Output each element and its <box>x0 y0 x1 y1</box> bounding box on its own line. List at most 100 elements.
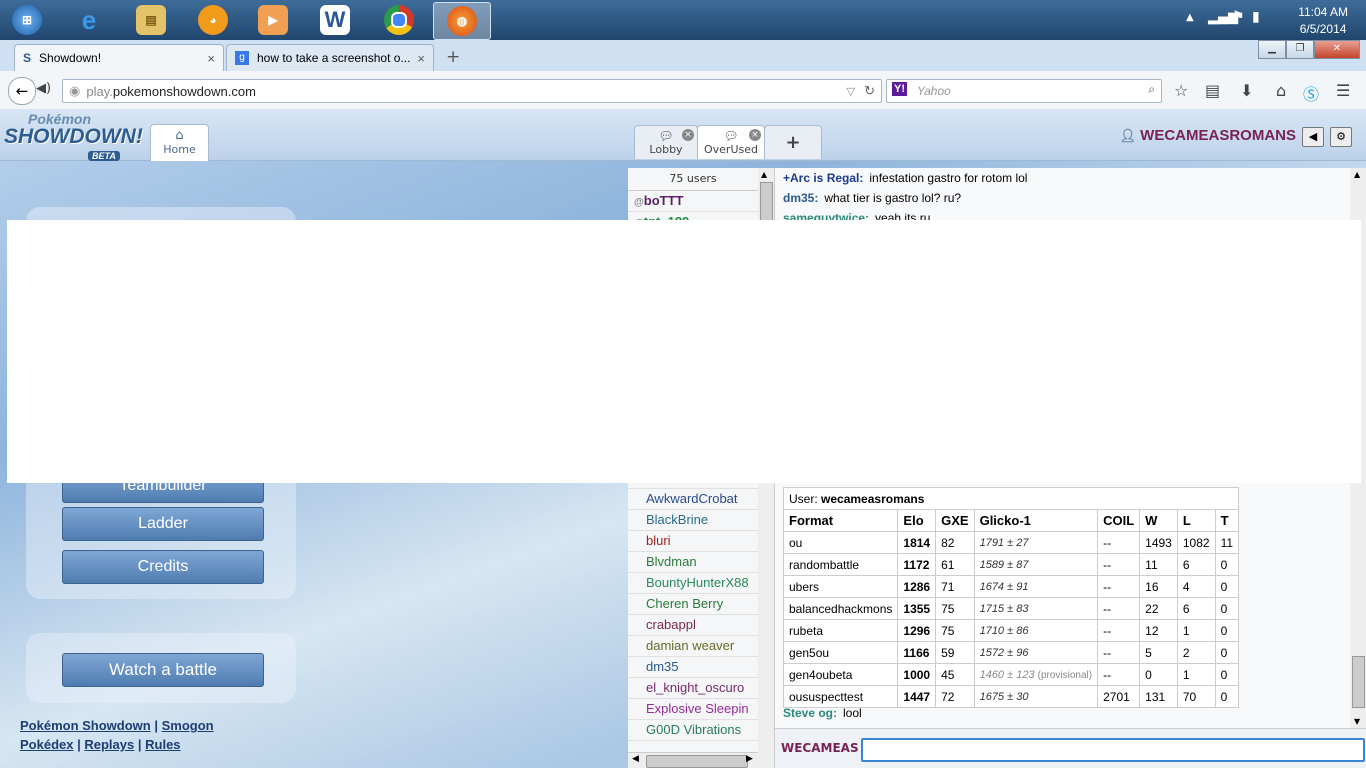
yahoo-icon[interactable]: Y! <box>892 82 907 96</box>
ranking-cell-t: 0 <box>1214 575 1240 598</box>
minimize-button[interactable]: ▁ <box>1258 40 1286 59</box>
close-room-icon[interactable]: × <box>682 129 694 141</box>
user-name: wecameasromans <box>821 491 925 506</box>
taskbar-ie[interactable]: e <box>66 2 112 38</box>
user-list-item[interactable]: G00D Vibrations <box>628 720 758 741</box>
ranking-header-cell: COIL <box>1097 509 1141 532</box>
ranking-cell-l: 1 <box>1176 663 1216 686</box>
username: WECAMEASROMANS <box>1140 127 1296 144</box>
chat-user[interactable]: dm35: <box>783 191 818 205</box>
clock[interactable]: 11:04 AM 6/5/2014 <box>1298 4 1348 38</box>
internet-explorer-icon: e <box>81 4 97 35</box>
close-tab-icon[interactable]: × <box>417 51 425 66</box>
taskbar-word[interactable]: W <box>312 2 358 38</box>
user-list-item[interactable]: BountyHunterX88 <box>628 573 758 594</box>
watch-battle-button[interactable]: Watch a battle <box>62 653 264 687</box>
ranking-cell-gxe: 75 <box>935 619 975 642</box>
scroll-up-icon[interactable]: ▲ <box>761 170 767 179</box>
battery-icon[interactable]: ▮ <box>1252 9 1260 25</box>
ranking-cell-t: 0 <box>1214 619 1240 642</box>
reload-icon[interactable]: ↻ <box>864 83 875 99</box>
ranking-cell-elo: 1286 <box>897 575 937 598</box>
user-list-item[interactable]: bluri <box>628 531 758 552</box>
ranking-header-cell: T <box>1214 509 1240 532</box>
start-button[interactable]: ⊞ <box>4 2 50 38</box>
url-bar[interactable]: ◉ play. pokemonshowdown.com ▽ ↻ <box>62 79 882 103</box>
flag-icon[interactable]: ⚑ <box>1232 9 1245 25</box>
ranking-cell-l: 6 <box>1176 553 1216 576</box>
link-rules[interactable]: Rules <box>145 737 180 752</box>
dropdown-arrow-icon[interactable]: ▽ <box>847 85 855 98</box>
browser-tab-google[interactable]: g how to take a screenshot o... × <box>226 44 434 71</box>
tab-overused[interactable]: 💬︎ OverUsed × <box>697 125 765 159</box>
user-list-item[interactable]: crabappl <box>628 615 758 636</box>
showdown-logo[interactable]: Pokémon SHOWDOWN! BETA <box>4 112 143 162</box>
globe-icon: ◉ <box>69 83 81 98</box>
user-list-item[interactable]: @boTTT <box>628 191 758 212</box>
new-tab-button[interactable]: + <box>446 47 460 67</box>
user-list-item[interactable]: dm35 <box>628 657 758 678</box>
user-list-item[interactable]: damian weaver <box>628 636 758 657</box>
ranking-header-cell: Elo <box>897 509 937 532</box>
ranking-cell-elo: 1814 <box>897 531 937 554</box>
showdown-header: Pokémon SHOWDOWN! BETA ⌂ Home 💬︎ Lobby ×… <box>0 109 1366 161</box>
close-tab-icon[interactable]: × <box>207 51 215 66</box>
taskbar-chrome[interactable] <box>376 2 422 38</box>
scroll-right-icon[interactable]: ▶ <box>746 754 753 764</box>
back-arrow-icon[interactable]: ← <box>8 77 36 105</box>
link-pokemon-showdown[interactable]: Pokémon Showdown <box>20 718 151 733</box>
taskbar-explorer[interactable]: ▤ <box>128 2 174 38</box>
scroll-down-icon[interactable]: ▼ <box>1354 717 1360 726</box>
ranking-header-cell: GXE <box>935 509 975 532</box>
chat-user[interactable]: Steve og: <box>783 706 837 720</box>
ranking-cell-w: 22 <box>1139 597 1178 620</box>
hscroll-thumb[interactable] <box>646 755 748 768</box>
user-list-item[interactable]: Blvdman <box>628 552 758 573</box>
chrome-icon <box>384 5 414 35</box>
speaker-icon[interactable]: ◀) <box>36 81 51 96</box>
tab-home[interactable]: ⌂ Home <box>150 124 209 161</box>
scroll-up-icon[interactable]: ▲ <box>1354 170 1360 179</box>
user-list-item[interactable]: BlackBrine <box>628 510 758 531</box>
chat-input[interactable] <box>861 738 1365 762</box>
ladder-button[interactable]: Ladder <box>62 507 264 541</box>
skype-icon[interactable]: Ⓢ <box>1303 81 1319 105</box>
link-pokedex[interactable]: Pokédex <box>20 737 73 752</box>
bookmark-star-icon[interactable]: ☆ <box>1174 81 1188 100</box>
add-tab-button[interactable]: + <box>764 125 822 159</box>
settings-button[interactable]: ⚙ <box>1330 127 1352 147</box>
speaker-icon: ◀ <box>1308 130 1318 143</box>
user-list-item[interactable]: Cheren Berry <box>628 594 758 615</box>
ranking-cell-format: balancedhackmons <box>782 597 899 620</box>
reading-list-icon[interactable]: ▤ <box>1205 81 1220 100</box>
search-icon[interactable]: ⌕ <box>1148 82 1155 97</box>
close-window-button[interactable]: ✕ <box>1314 40 1360 59</box>
scroll-thumb[interactable] <box>1352 656 1365 708</box>
logo-showdown: SHOWDOWN! <box>4 125 143 148</box>
search-bar[interactable]: Y! Yahoo ⌕ <box>886 79 1162 103</box>
user-list-item[interactable]: AwkwardCrobat <box>628 489 758 510</box>
credits-button[interactable]: Credits <box>62 550 264 584</box>
taskbar-firefox[interactable]: ◍ <box>433 2 491 40</box>
user-list-item[interactable]: el_knight_oscuro <box>628 678 758 699</box>
taskbar-media[interactable]: ▶ <box>250 2 296 38</box>
home-icon[interactable]: ⌂ <box>1276 81 1286 100</box>
chat-user[interactable]: +Arc is Regal: <box>783 171 863 185</box>
tab-lobby[interactable]: 💬︎ Lobby × <box>634 125 698 159</box>
sound-button[interactable]: ◀ <box>1302 127 1324 147</box>
restore-button[interactable]: ❐ <box>1286 40 1314 59</box>
close-room-icon[interactable]: × <box>749 129 761 141</box>
ranking-cell-format: ubers <box>782 575 899 598</box>
link-smogon[interactable]: Smogon <box>162 718 214 733</box>
scroll-left-icon[interactable]: ◀ <box>632 754 639 764</box>
user-info[interactable]: 👤︎ WECAMEASROMANS <box>1119 127 1296 144</box>
scroll-thumb[interactable] <box>760 182 773 224</box>
user-list-item[interactable]: Explosive Sleepin <box>628 699 758 720</box>
link-replays[interactable]: Replays <box>84 737 134 752</box>
browser-tab-showdown[interactable]: S Showdown! × <box>14 44 224 71</box>
tray-expand-icon[interactable]: ▲ <box>1186 12 1194 23</box>
download-icon[interactable]: ⬇ <box>1240 81 1253 100</box>
taskbar-pps[interactable]: ◕ <box>190 2 236 38</box>
user-list-hscrollbar[interactable]: ◀ ▶ <box>628 752 758 768</box>
menu-icon[interactable]: ☰ <box>1336 81 1350 100</box>
